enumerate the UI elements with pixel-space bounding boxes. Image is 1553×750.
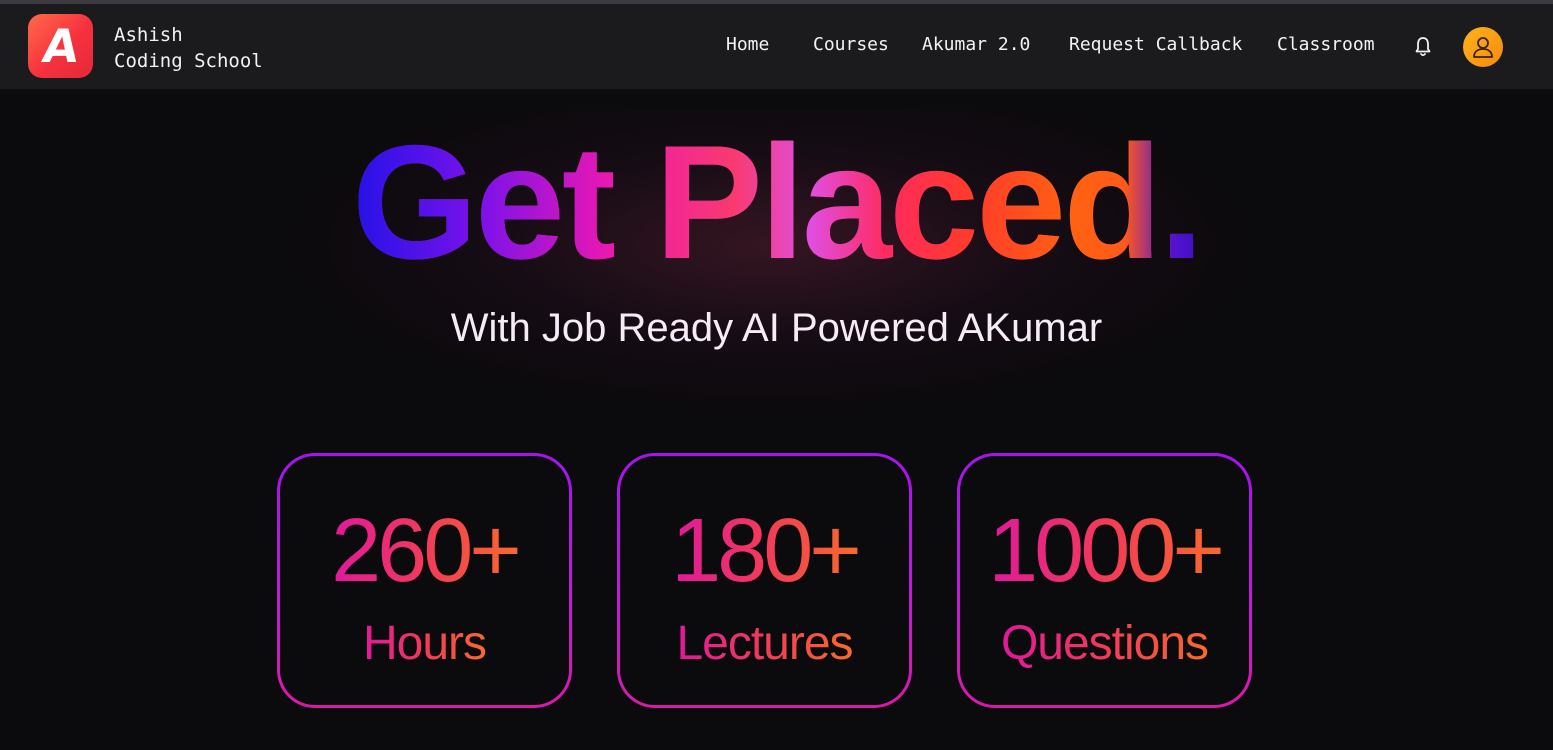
nav-link-akumar[interactable]: Akumar 2.0 bbox=[922, 34, 1030, 55]
stat-value-text: 260+ bbox=[331, 501, 522, 601]
hero-headline: Get Placed. bbox=[0, 118, 1553, 288]
nav-link-courses[interactable]: Courses bbox=[813, 34, 889, 55]
brand-line-1: Ashish bbox=[114, 24, 183, 46]
navbar: A Ashish Coding School Home Courses Akum… bbox=[0, 4, 1553, 89]
stat-card-body: 260+ Hours bbox=[280, 456, 569, 705]
nav-link-classroom[interactable]: Classroom bbox=[1277, 34, 1375, 55]
bell-icon[interactable] bbox=[1413, 36, 1433, 58]
stat-label: Questions bbox=[960, 616, 1249, 672]
brand-logo[interactable]: A bbox=[28, 14, 93, 78]
stat-value: 1000+ bbox=[960, 503, 1249, 599]
hero-subheadline: With Job Ready AI Powered AKumar bbox=[450, 306, 1103, 350]
stat-label: Lectures bbox=[620, 616, 909, 672]
stat-label-text: Questions bbox=[1000, 617, 1209, 670]
stat-value-text: 180+ bbox=[671, 501, 862, 601]
stat-card-hours: 260+ Hours bbox=[277, 453, 572, 708]
stat-card-body: 1000+ Questions bbox=[960, 456, 1249, 705]
stat-label: Hours bbox=[280, 616, 569, 672]
user-icon bbox=[1473, 37, 1493, 58]
stat-label-text: Lectures bbox=[676, 617, 853, 670]
logo-letter: A bbox=[39, 19, 82, 73]
stat-value: 180+ bbox=[620, 503, 909, 599]
hero-headline-text: Get Placed. bbox=[351, 112, 1204, 293]
stat-label-text: Hours bbox=[362, 617, 487, 670]
brand-line-2: Coding School bbox=[114, 50, 263, 72]
stat-card-questions: 1000+ Questions bbox=[957, 453, 1252, 708]
stat-value-text: 1000+ bbox=[988, 501, 1225, 601]
stat-card-lectures: 180+ Lectures bbox=[617, 453, 912, 708]
nav-link-home[interactable]: Home bbox=[726, 34, 769, 55]
nav-link-request-callback[interactable]: Request Callback bbox=[1069, 34, 1242, 55]
profile-avatar[interactable] bbox=[1463, 27, 1503, 67]
stat-value: 260+ bbox=[280, 503, 569, 599]
stat-card-body: 180+ Lectures bbox=[620, 456, 909, 705]
brand-name[interactable]: Ashish Coding School bbox=[114, 22, 263, 74]
